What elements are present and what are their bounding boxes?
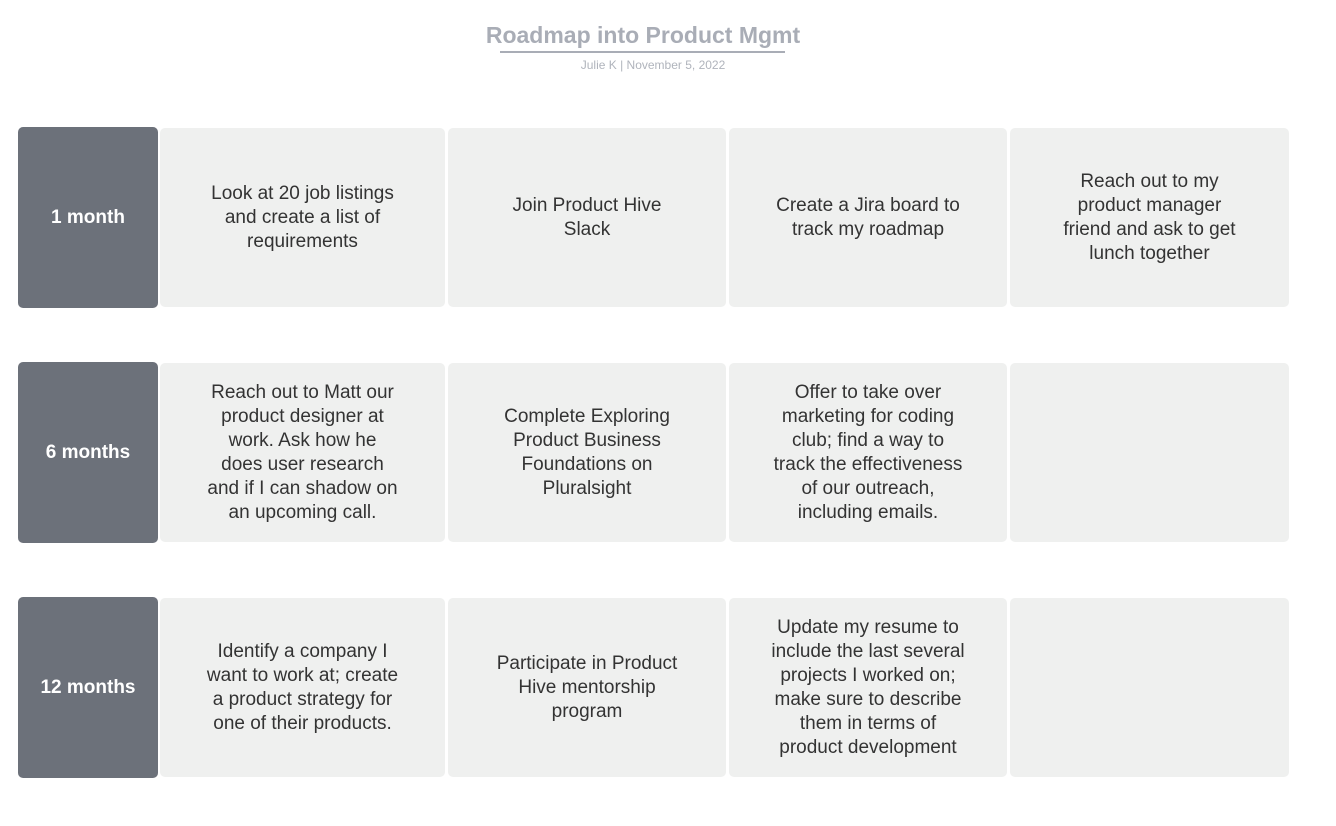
page-title: Roadmap into Product Mgmt — [485, 22, 801, 48]
roadmap-card-empty[interactable] — [1010, 598, 1289, 777]
roadmap-card[interactable]: Create a Jira board to track my roadmap — [729, 128, 1007, 307]
roadmap-card-empty[interactable] — [1010, 363, 1289, 542]
roadmap-card[interactable]: Look at 20 job listings and create a lis… — [160, 128, 445, 307]
roadmap-row-12-months: 12 months Identify a company I want to w… — [18, 597, 1290, 778]
roadmap-card[interactable]: Participate in Product Hive mentorship p… — [448, 598, 726, 777]
roadmap-row-1-month: 1 month Look at 20 job listings and crea… — [18, 127, 1290, 308]
page-subtitle: Julie K | November 5, 2022 — [580, 58, 726, 72]
roadmap-card[interactable]: Complete Exploring Product Business Foun… — [448, 363, 726, 542]
row-label: 12 months — [18, 597, 158, 778]
roadmap-card[interactable]: Update my resume to include the last sev… — [729, 598, 1007, 777]
row-label: 6 months — [18, 362, 158, 543]
roadmap-card[interactable]: Identify a company I want to work at; cr… — [160, 598, 445, 777]
roadmap-row-6-months: 6 months Reach out to Matt our product d… — [18, 362, 1290, 543]
roadmap-card[interactable]: Reach out to Matt our product designer a… — [160, 363, 445, 542]
row-label: 1 month — [18, 127, 158, 308]
title-underline — [500, 51, 785, 53]
roadmap-card[interactable]: Offer to take over marketing for coding … — [729, 363, 1007, 542]
roadmap-card[interactable]: Join Product Hive Slack — [448, 128, 726, 307]
roadmap-card[interactable]: Reach out to my product manager friend a… — [1010, 128, 1289, 307]
